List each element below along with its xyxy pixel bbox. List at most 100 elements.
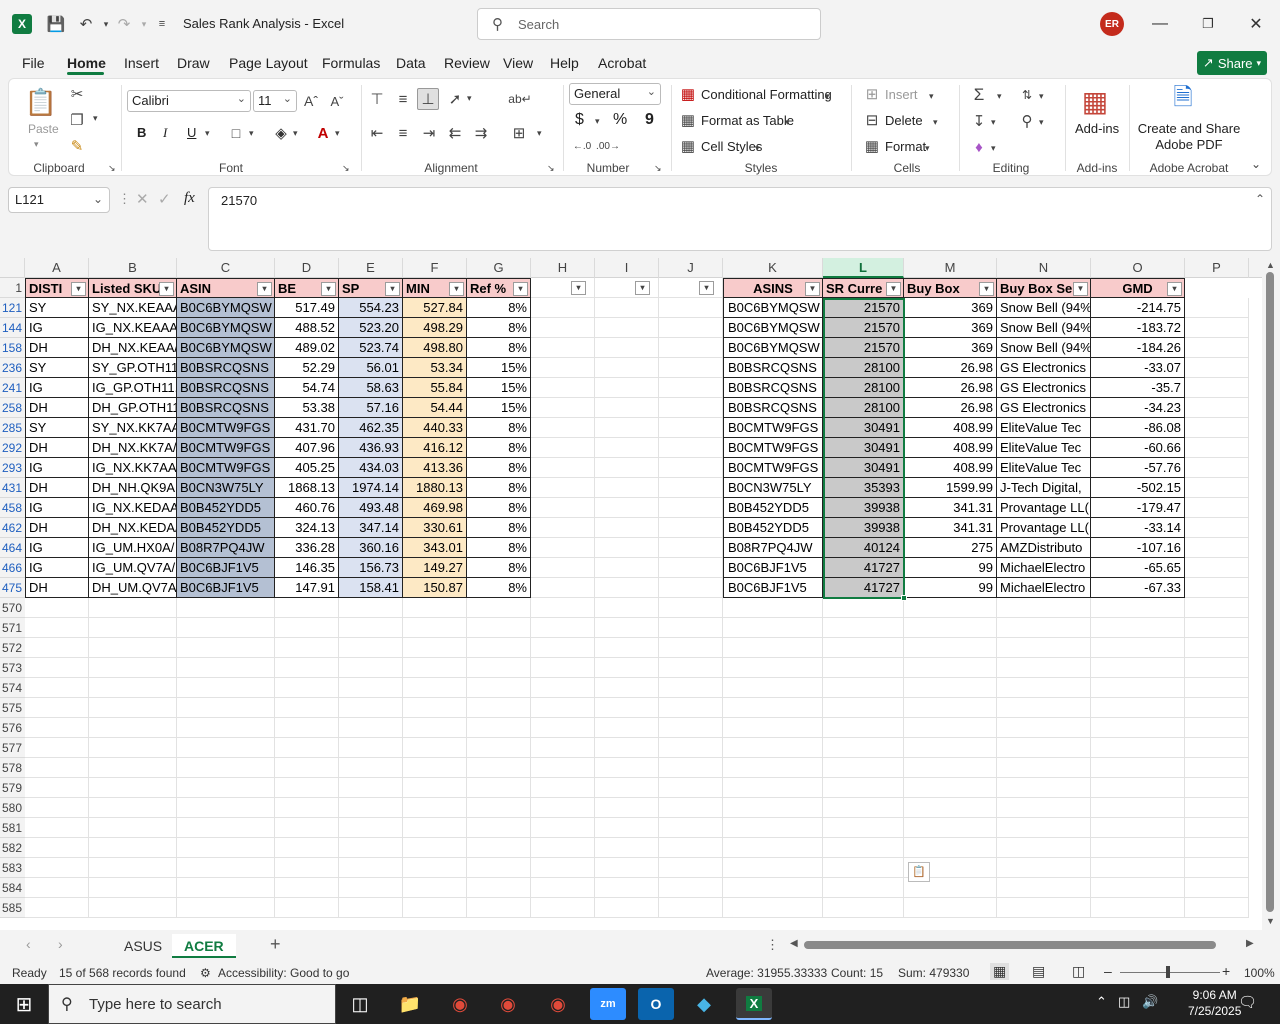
table-cell[interactable] <box>1185 418 1249 438</box>
table-cell[interactable] <box>659 318 723 338</box>
find-select-icon[interactable]: ⚲ <box>1017 111 1037 131</box>
table-cell[interactable]: 30491 <box>823 418 904 438</box>
table-cell[interactable] <box>595 558 659 578</box>
empty-cell[interactable] <box>25 858 89 878</box>
empty-cell[interactable] <box>1091 598 1185 618</box>
empty-cell[interactable] <box>403 838 467 858</box>
chrome-profile-icon[interactable]: ◉ <box>490 988 526 1020</box>
table-cell[interactable]: -65.65 <box>1091 558 1185 578</box>
table-cell[interactable]: EliteValue Tec <box>997 458 1091 478</box>
table-cell[interactable] <box>531 578 595 598</box>
table-cell[interactable]: 407.96 <box>275 438 339 458</box>
row-header[interactable]: 579 <box>0 778 25 798</box>
table-cell[interactable]: SY <box>25 418 89 438</box>
table-cell[interactable] <box>659 338 723 358</box>
menu-page-layout[interactable]: Page Layout <box>229 55 308 71</box>
empty-cell[interactable] <box>177 778 275 798</box>
empty-cell[interactable] <box>339 838 403 858</box>
header-cell-m[interactable]: Buy Box ▾ <box>904 278 997 298</box>
empty-cell[interactable] <box>1185 878 1249 898</box>
row-header[interactable]: 576 <box>0 718 25 738</box>
empty-cell[interactable] <box>723 738 823 758</box>
copy-icon[interactable]: ❐ <box>67 111 87 129</box>
underline-button[interactable]: U <box>187 125 196 140</box>
empty-cell[interactable] <box>1185 598 1249 618</box>
table-cell[interactable]: IG <box>25 458 89 478</box>
table-cell[interactable]: B0C6BJF1V5 <box>723 578 823 598</box>
empty-cell[interactable] <box>339 778 403 798</box>
empty-cell[interactable] <box>904 658 997 678</box>
empty-cell[interactable] <box>595 718 659 738</box>
row-header[interactable]: 475 <box>0 578 25 598</box>
column-header-a[interactable]: A <box>25 258 89 278</box>
row-header[interactable]: 582 <box>0 838 25 858</box>
scroll-up-icon[interactable]: ▲ <box>1266 260 1275 270</box>
redo-icon[interactable]: ↷ <box>114 14 134 34</box>
empty-cell[interactable] <box>823 618 904 638</box>
menu-review[interactable]: Review <box>444 55 490 71</box>
empty-cell[interactable] <box>531 738 595 758</box>
empty-cell[interactable] <box>25 598 89 618</box>
empty-cell[interactable] <box>275 718 339 738</box>
delete-cells-button[interactable]: Delete <box>885 113 923 128</box>
chevron-up-icon[interactable]: ⌃ <box>1096 994 1107 1010</box>
empty-cell[interactable] <box>1091 678 1185 698</box>
empty-cell[interactable] <box>403 818 467 838</box>
empty-cell[interactable] <box>723 838 823 858</box>
table-cell[interactable] <box>595 318 659 338</box>
empty-cell[interactable] <box>904 738 997 758</box>
table-cell[interactable]: IG_UM.QV7A/ <box>89 558 177 578</box>
empty-cell[interactable] <box>904 838 997 858</box>
table-cell[interactable]: IG <box>25 538 89 558</box>
empty-cell[interactable] <box>339 898 403 918</box>
empty-cell[interactable] <box>467 758 531 778</box>
fill-handle[interactable] <box>901 595 907 601</box>
filter-dropdown-icon[interactable]: ▾ <box>385 282 400 296</box>
sheet-tab-acer[interactable]: ACER <box>172 934 236 958</box>
add-sheet-button[interactable]: + <box>270 934 281 955</box>
empty-cell[interactable] <box>595 838 659 858</box>
empty-cell[interactable] <box>89 778 177 798</box>
table-cell[interactable]: 15% <box>467 398 531 418</box>
table-cell[interactable]: Provantage LL( <box>997 518 1091 538</box>
empty-cell[interactable] <box>177 758 275 778</box>
table-cell[interactable] <box>659 378 723 398</box>
chevron-down-icon[interactable]: ▾ <box>1039 91 1044 102</box>
table-cell[interactable]: 54.74 <box>275 378 339 398</box>
row-header[interactable]: 121 <box>0 298 25 318</box>
currency-dropdown-icon[interactable]: ▾ <box>595 116 600 127</box>
table-cell[interactable]: 99 <box>904 578 997 598</box>
menu-acrobat[interactable]: Acrobat <box>598 55 646 71</box>
status-sum[interactable]: Sum: 479330 <box>898 966 969 980</box>
merge-dropdown-icon[interactable]: ▾ <box>537 128 542 139</box>
table-cell[interactable]: 8% <box>467 318 531 338</box>
table-cell[interactable]: 341.31 <box>904 518 997 538</box>
header-cell-f[interactable]: MIN ▾ <box>403 278 467 298</box>
add-ins-icon[interactable]: ▦ <box>1079 85 1111 117</box>
empty-cell[interactable] <box>659 758 723 778</box>
table-cell[interactable]: 324.13 <box>275 518 339 538</box>
table-cell[interactable]: 58.63 <box>339 378 403 398</box>
chevron-down-icon[interactable]: ▾ <box>925 143 930 154</box>
empty-cell[interactable] <box>89 598 177 618</box>
table-cell[interactable] <box>1185 518 1249 538</box>
empty-cell[interactable] <box>1185 818 1249 838</box>
table-cell[interactable] <box>1185 478 1249 498</box>
table-cell[interactable]: SY_NX.KEAAA <box>89 298 177 318</box>
chevron-down-icon[interactable]: ▾ <box>997 91 1002 102</box>
empty-cell[interactable] <box>275 898 339 918</box>
row-header[interactable]: 464 <box>0 538 25 558</box>
table-cell[interactable]: 469.98 <box>403 498 467 518</box>
empty-cell[interactable] <box>595 598 659 618</box>
empty-cell[interactable] <box>275 598 339 618</box>
row-header[interactable]: 571 <box>0 618 25 638</box>
more-options-icon[interactable]: ⋮ <box>118 191 131 207</box>
empty-cell[interactable] <box>177 878 275 898</box>
header-cell-d[interactable]: BE ▾ <box>275 278 339 298</box>
empty-cell[interactable] <box>904 598 997 618</box>
empty-cell[interactable] <box>1185 898 1249 918</box>
column-header-d[interactable]: D <box>275 258 339 278</box>
table-cell[interactable]: DH_NH.QK9A. <box>89 478 177 498</box>
create-share-pdf-line1[interactable]: Create and Share <box>1137 121 1241 136</box>
table-cell[interactable]: DH <box>25 518 89 538</box>
